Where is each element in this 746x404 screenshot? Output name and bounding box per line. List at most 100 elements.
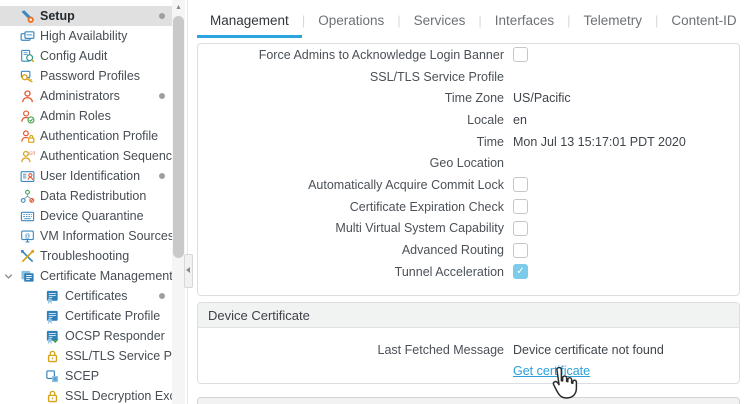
sidebar-item-ocsp-responder[interactable]: OCSP Responder <box>0 326 172 346</box>
last-fetched-message-value: Device certificate not found <box>513 343 664 357</box>
sidebar-item-label: Device Quarantine <box>40 209 144 223</box>
sidebar-item-label: Data Redistribution <box>40 189 146 203</box>
sidebar-item-ssl-tls-service-profile[interactable]: SSL/TLS Service Profile <box>0 346 172 366</box>
item-status-dot <box>159 93 165 99</box>
management-form: Force Admins to Acknowledge Login Banner… <box>198 44 739 283</box>
last-fetched-message-label: Last Fetched Message <box>198 343 504 357</box>
tab-operations[interactable]: Operations <box>305 0 397 38</box>
checkbox-checked[interactable]: ✓ <box>513 264 528 279</box>
admin-roles-icon <box>20 109 35 124</box>
item-status-dot <box>159 173 165 179</box>
get-certificate-link[interactable]: Get certificate <box>513 364 590 378</box>
sidebar-item-user-identification[interactable]: User Identification <box>0 166 172 186</box>
password-profiles-icon <box>20 69 35 84</box>
certificate-profile-icon <box>45 309 60 324</box>
form-value: US/Pacific <box>513 91 571 105</box>
sidebar-item-device-quarantine[interactable]: Device Quarantine <box>0 206 172 226</box>
data-redistribution-icon <box>20 189 35 204</box>
main-content: Management|Operations|Services|Interface… <box>188 0 746 404</box>
form-row: Multi Virtual System Capability <box>198 218 739 240</box>
sidebar-item-vm-information-sources[interactable]: @ VM Information Sources <box>0 226 172 246</box>
sidebar-item-certificates[interactable]: Certificates <box>0 286 172 306</box>
sidebar-item-admin-roles[interactable]: Admin Roles <box>0 106 172 126</box>
chevron-down-icon[interactable] <box>3 271 14 282</box>
form-row: Time ZoneUS/Pacific <box>198 87 739 109</box>
form-row: TimeMon Jul 13 15:17:01 PDT 2020 <box>198 131 739 153</box>
tab-services[interactable]: Services <box>401 0 479 38</box>
tab-telemetry[interactable]: Telemetry <box>570 0 655 38</box>
sidebar-scrollbar[interactable]: ▲ <box>172 0 185 404</box>
vm-information-sources-icon: @ <box>20 229 35 244</box>
scrollbar-thumb[interactable] <box>173 16 184 258</box>
sidebar-item-setup[interactable]: Setup <box>0 6 172 26</box>
last-fetched-message-row: Last Fetched Message Device certificate … <box>198 340 739 360</box>
tab-management[interactable]: Management <box>197 0 302 38</box>
form-label: Geo Location <box>198 156 504 170</box>
sidebar-item-certificate-profile[interactable]: Certificate Profile <box>0 306 172 326</box>
administrators-icon <box>20 89 35 104</box>
setup-icon <box>20 9 35 24</box>
sidebar-item-label: VM Information Sources <box>40 229 172 243</box>
sidebar-item-label: SSL Decryption Exclusion <box>65 389 172 403</box>
sidebar-item-troubleshooting[interactable]: Troubleshooting <box>0 246 172 266</box>
ocsp-responder-icon <box>45 329 60 344</box>
form-label: Advanced Routing <box>198 243 504 257</box>
sidebar-item-authentication-profile[interactable]: Authentication Profile <box>0 126 172 146</box>
sidebar-item-label: SSL/TLS Service Profile <box>65 349 172 363</box>
item-status-dot <box>159 293 165 299</box>
sidebar-item-label: Setup <box>40 9 75 23</box>
sidebar-item-label: High Availability <box>40 29 127 43</box>
form-row: Force Admins to Acknowledge Login Banner <box>198 44 739 66</box>
scroll-up-arrow-icon[interactable]: ▲ <box>172 2 185 14</box>
form-label: Tunnel Acceleration <box>198 265 504 279</box>
sidebar-item-high-availability[interactable]: High Availability <box>0 26 172 46</box>
sidebar-item-label: Administrators <box>40 89 120 103</box>
sidebar-item-password-profiles[interactable]: Password Profiles <box>0 66 172 86</box>
tab-bar: Management|Operations|Services|Interface… <box>197 0 746 38</box>
sidebar-item-scep[interactable]: SCEP <box>0 366 172 386</box>
sidebar-item-authentication-sequence[interactable]: 123Authentication Sequence <box>0 146 172 166</box>
form-label: Multi Virtual System Capability <box>198 221 504 235</box>
form-row: Tunnel Acceleration ✓ <box>198 261 739 283</box>
checkbox-unchecked[interactable] <box>513 47 528 62</box>
sidebar-item-label: Certificates <box>65 289 128 303</box>
sidebar-item-administrators[interactable]: Administrators <box>0 86 172 106</box>
next-section-header-partial <box>197 397 740 404</box>
sidebar-collapse-button[interactable] <box>184 254 193 288</box>
sidebar: Setup High Availability Config Audit Passwo… <box>0 0 186 404</box>
form-label: Force Admins to Acknowledge Login Banner <box>198 48 504 62</box>
form-label: Certificate Expiration Check <box>198 200 504 214</box>
sidebar-item-label: OCSP Responder <box>65 329 165 343</box>
authentication-profile-icon <box>20 129 35 144</box>
management-settings-panel: Force Admins to Acknowledge Login Banner… <box>197 43 740 296</box>
sidebar-item-ssl-decryption-exclusion[interactable]: SSL Decryption Exclusion <box>0 386 172 404</box>
form-label: Locale <box>198 113 504 127</box>
checkbox-unchecked[interactable] <box>513 177 528 192</box>
form-row: Certificate Expiration Check <box>198 196 739 218</box>
form-row: SSL/TLS Service Profile <box>198 66 739 88</box>
sidebar-item-label: Admin Roles <box>40 109 111 123</box>
sidebar-item-label: Troubleshooting <box>40 249 129 263</box>
sidebar-item-config-audit[interactable]: Config Audit <box>0 46 172 66</box>
scep-icon <box>45 369 60 384</box>
form-row: Advanced Routing <box>198 239 739 261</box>
certificate-management-icon <box>20 269 35 284</box>
tab-content-id[interactable]: Content-ID <box>658 0 746 38</box>
checkbox-unchecked[interactable] <box>513 221 528 236</box>
checkbox-unchecked[interactable] <box>513 243 528 258</box>
sidebar-item-label: Certificate Management <box>40 269 172 283</box>
tab-interfaces[interactable]: Interfaces <box>482 0 567 38</box>
ssl-tls-service-profile-icon <box>45 349 60 364</box>
sidebar-item-certificate-management[interactable]: Certificate Management <box>0 266 172 286</box>
checkbox-unchecked[interactable] <box>513 199 528 214</box>
high-availability-icon <box>20 29 35 44</box>
sidebar-item-label: Certificate Profile <box>65 309 160 323</box>
sidebar-item-label: Config Audit <box>40 49 107 63</box>
form-value: Mon Jul 13 15:17:01 PDT 2020 <box>513 135 686 149</box>
form-label: Automatically Acquire Commit Lock <box>198 178 504 192</box>
sidebar-item-data-redistribution[interactable]: Data Redistribution <box>0 186 172 206</box>
sidebar-item-label: Authentication Sequence <box>40 149 172 163</box>
form-row: Geo Location <box>198 152 739 174</box>
form-row: Localeen <box>198 109 739 131</box>
item-status-dot <box>159 13 165 19</box>
